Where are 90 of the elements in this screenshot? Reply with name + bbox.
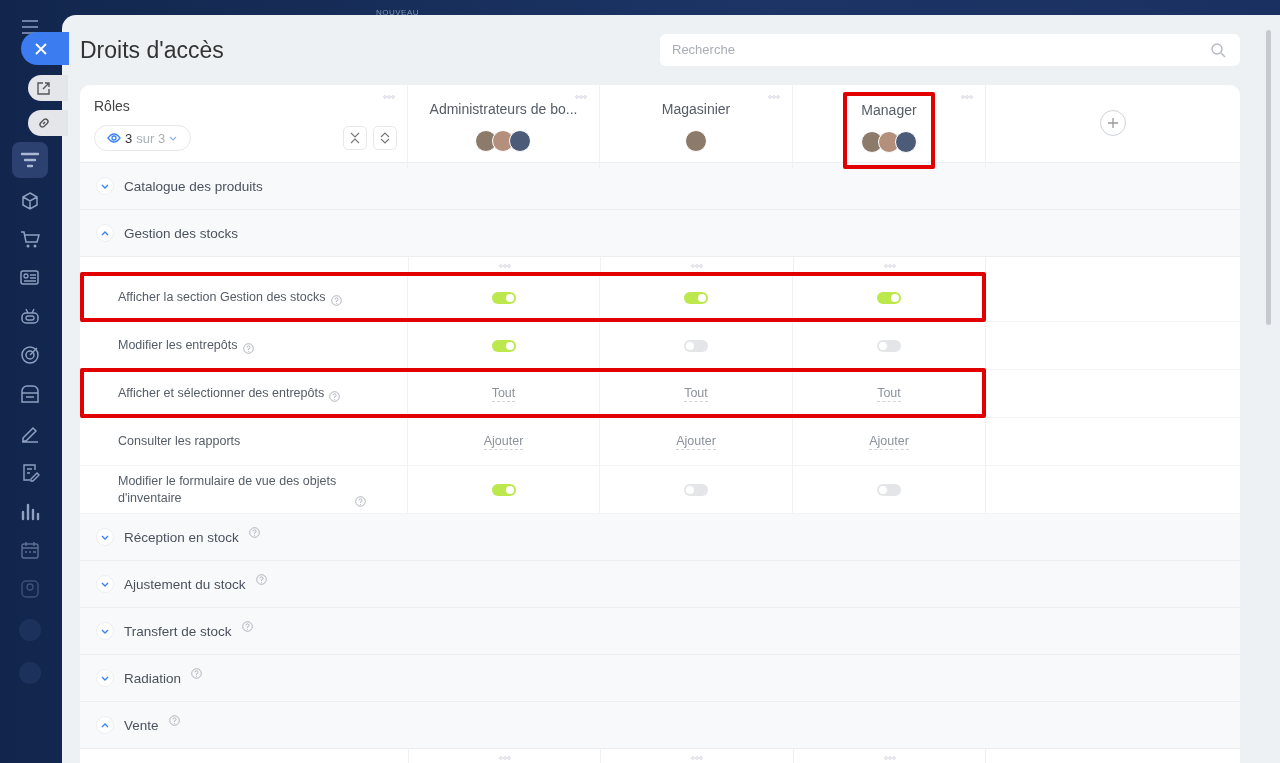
section-row[interactable]: Gestion des stocks — [80, 210, 1240, 257]
permission-label: Afficher la section Gestion des stocks — [118, 289, 326, 306]
avatar — [509, 130, 532, 152]
permission-label: Modifier le formulaire de vue des objets d'inventaire — [118, 472, 338, 507]
close-button[interactable] — [21, 32, 69, 65]
roles-label: Rôles — [94, 98, 130, 114]
permission-label: Afficher et sélectionner des entrepôts — [118, 385, 325, 402]
copy-link-button[interactable] — [28, 110, 68, 136]
section-row[interactable]: Radiation — [80, 655, 1240, 702]
more-icon[interactable] — [691, 263, 703, 268]
section-title: Transfert de stock — [124, 623, 232, 639]
section-title: Ajustement du stock — [124, 576, 246, 592]
help-icon[interactable] — [242, 343, 254, 354]
scrollbar-thumb[interactable] — [1266, 30, 1271, 325]
section-title: Gestion des stocks — [124, 225, 239, 241]
chevron-icon[interactable] — [96, 716, 114, 734]
help-icon[interactable] — [241, 620, 253, 632]
section-title: Réception en stock — [124, 529, 239, 545]
toggle-switch[interactable] — [491, 291, 516, 304]
open-external-button[interactable] — [28, 75, 68, 101]
add-role-button[interactable] — [1100, 110, 1126, 136]
toggle-switch[interactable] — [877, 339, 901, 352]
more-icon[interactable] — [498, 263, 511, 268]
permission-label: Modifier les entrepôts — [118, 337, 238, 354]
toggle-switch[interactable] — [684, 483, 708, 496]
warehouse-icon[interactable] — [20, 384, 40, 404]
help-icon[interactable] — [248, 526, 260, 538]
contact-icon[interactable] — [20, 579, 40, 599]
external-link-icon — [37, 81, 50, 95]
toggle-switch[interactable] — [877, 483, 901, 496]
expand-icon — [380, 132, 390, 144]
chevron-icon[interactable] — [96, 528, 114, 546]
avatar — [685, 130, 707, 152]
section-title: Catalogue des produits — [124, 178, 263, 194]
search-field[interactable]: Recherche — [660, 33, 1240, 66]
section-title: Vente — [124, 717, 159, 733]
more-icon[interactable] — [883, 755, 896, 760]
chevron-icon[interactable] — [96, 575, 114, 593]
bar-chart-icon[interactable] — [20, 501, 40, 521]
robot-icon[interactable] — [20, 306, 40, 326]
more-icon[interactable] — [691, 755, 703, 760]
help-icon[interactable] — [329, 391, 341, 402]
toggle-switch[interactable] — [684, 339, 708, 352]
chevron-icon[interactable] — [96, 224, 114, 242]
help-icon[interactable] — [255, 573, 267, 585]
chevron-icon[interactable] — [96, 622, 114, 640]
section-row[interactable]: Vente — [80, 702, 1240, 749]
plus-icon — [1107, 117, 1119, 129]
filter-icon — [20, 152, 40, 168]
toggle-switch[interactable] — [877, 291, 901, 304]
expand-all-button[interactable] — [373, 126, 397, 150]
section-row[interactable]: Catalogue des produits — [80, 163, 1240, 210]
section-title: Radiation — [124, 670, 182, 686]
filter-nav-button[interactable] — [12, 142, 48, 178]
new-label: NOUVEAU — [376, 8, 420, 17]
help-icon[interactable] — [168, 714, 180, 726]
calendar-icon[interactable] — [20, 540, 40, 560]
toggle-switch[interactable] — [491, 339, 516, 352]
close-icon — [35, 42, 47, 55]
page-title: Droits d'accès — [80, 36, 224, 64]
section-row[interactable]: Ajustement du stock — [80, 561, 1240, 608]
role-name: Magasinier — [661, 101, 731, 117]
help-icon[interactable] — [191, 667, 203, 679]
search-icon — [1211, 42, 1226, 58]
help-icon[interactable] — [355, 495, 366, 507]
more-icon[interactable] — [883, 263, 896, 268]
visible-roles-dropdown[interactable]: 3 sur 3 — [94, 125, 192, 151]
toggle-switch[interactable] — [684, 291, 708, 304]
avatar — [895, 131, 917, 153]
document-icon[interactable] — [20, 462, 40, 482]
collapse-all-button[interactable] — [343, 126, 367, 150]
cube-icon[interactable] — [20, 191, 40, 211]
help-icon[interactable] — [330, 295, 342, 306]
chevron-icon[interactable] — [96, 669, 114, 687]
role-name: Administrateurs de bo... — [429, 101, 578, 117]
permission-label: Consulter les rapports — [118, 433, 241, 450]
toggle-switch[interactable] — [491, 483, 516, 496]
link-icon — [37, 116, 51, 130]
chevron-down-icon — [169, 135, 178, 141]
target-icon[interactable] — [20, 345, 40, 365]
cart-icon[interactable] — [20, 230, 40, 250]
role-name: Manager — [861, 102, 917, 118]
section-row[interactable]: Réception en stock — [80, 514, 1240, 561]
menu-icon[interactable] — [21, 20, 39, 34]
eye-icon — [107, 133, 121, 143]
chevron-icon[interactable] — [96, 177, 114, 195]
collapse-icon — [350, 132, 360, 144]
id-card-icon[interactable] — [20, 269, 40, 287]
section-row[interactable]: Transfert de stock — [80, 608, 1240, 655]
more-icon[interactable] — [498, 755, 511, 760]
